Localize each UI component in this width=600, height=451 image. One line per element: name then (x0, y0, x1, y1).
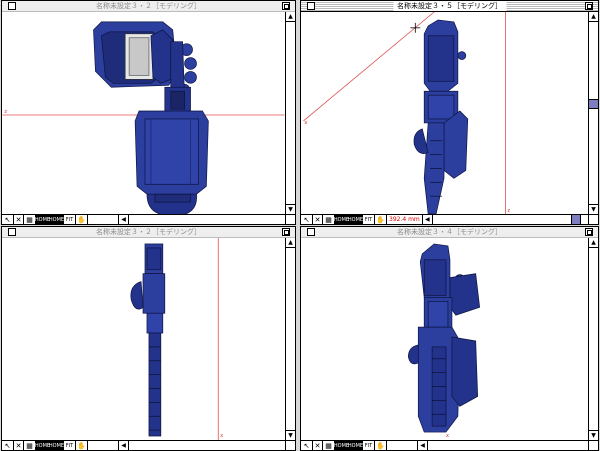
resize-handle[interactable] (285, 214, 295, 224)
window-title-bar[interactable]: 名称未設定３・４［モデリング］ (301, 227, 598, 238)
home-button[interactable]: HOME (334, 215, 349, 224)
scroll-up-arrow-icon[interactable]: ▲ (589, 12, 598, 22)
mech-model (413, 19, 469, 214)
home-button[interactable]: HOME (35, 215, 50, 224)
home-button[interactable]: HOME (334, 441, 349, 450)
coordinate-readout (88, 441, 119, 450)
3d-viewport[interactable]: x z (301, 12, 588, 214)
resize-handle[interactable] (588, 214, 598, 224)
guide-line-diagonal (303, 12, 435, 122)
fit-button[interactable]: FIT (363, 441, 375, 450)
axis-label-x: x (220, 433, 223, 439)
hand-tool-icon[interactable]: ✋ (76, 215, 88, 224)
scroll-down-arrow-icon[interactable]: ▼ (589, 430, 598, 440)
resize-handle[interactable] (285, 440, 295, 450)
view-toolbar: ↖ ✕ ▦ HOME HOME FIT ✋ 392.4 mm ◀ ▶ (301, 214, 598, 224)
hand-tool-icon[interactable]: ✋ (375, 215, 387, 224)
scroll-left-arrow-icon[interactable]: ◀ (418, 441, 428, 450)
viewport-window-top-left[interactable]: 名称未設定３・２［モデリング］ z ▲ ▼ ↖ ✕ ▦ HOME HOME FI… (1, 0, 296, 225)
window-title: 名称未設定３・５［モデリング］ (393, 1, 506, 11)
zoom-box[interactable] (282, 228, 290, 236)
viewport-window-bottom-left[interactable]: 名称未設定３・２［モデリング］ x ▲ ▼ ↖ ✕ ▦ HOME HOME FI… (1, 226, 296, 451)
model-view-perspective: x z (303, 12, 510, 214)
scroll-left-arrow-icon[interactable]: ◀ (119, 215, 129, 224)
home-button-2[interactable]: HOME (49, 215, 64, 224)
model-view-top: x (408, 243, 481, 439)
close-box[interactable] (307, 2, 315, 10)
coordinate-readout (88, 215, 119, 224)
cursor-tool-icon[interactable]: ↖ (2, 441, 14, 450)
hand-tool-icon[interactable]: ✋ (76, 441, 88, 450)
close-box[interactable] (8, 2, 16, 10)
scroll-down-arrow-icon[interactable]: ▼ (286, 204, 295, 214)
fit-button[interactable]: FIT (363, 215, 375, 224)
resize-handle[interactable] (588, 440, 598, 450)
horizontal-scroll-thumb[interactable] (571, 215, 582, 224)
close-box[interactable] (8, 228, 16, 236)
fit-button[interactable]: FIT (64, 215, 76, 224)
window-title: 名称未設定３・２［モデリング］ (92, 227, 205, 237)
fit-button[interactable]: FIT (64, 441, 76, 450)
vertical-scrollbar[interactable]: ▲ ▼ (588, 238, 598, 440)
coordinate-readout: 392.4 mm (387, 215, 423, 224)
home-button-2[interactable]: HOME (348, 441, 363, 450)
horizontal-scrollbar[interactable]: ◀ ▶ (423, 215, 598, 224)
window-title-bar[interactable]: 名称未設定３・５［モデリング］ (301, 1, 598, 12)
mech-model (93, 21, 209, 214)
close-view-icon[interactable]: ✕ (313, 441, 323, 450)
cursor-tool-icon[interactable]: ↖ (2, 215, 14, 224)
vertical-scroll-thumb[interactable] (589, 99, 598, 110)
mech-model (408, 243, 481, 433)
view-toolbar: ↖ ✕ ▦ HOME HOME FIT ✋ ◀ ▶ (301, 440, 598, 450)
close-view-icon[interactable]: ✕ (14, 215, 24, 224)
viewport-window-bottom-right[interactable]: 名称未設定３・４［モデリング］ x ▲ ▼ ↖ ✕ ▦ HOME HOME FI… (300, 226, 599, 451)
scroll-down-arrow-icon[interactable]: ▼ (589, 204, 598, 214)
view-toolbar: ↖ ✕ ▦ HOME HOME FIT ✋ ◀ ▶ (2, 440, 295, 450)
zoom-box[interactable] (282, 2, 290, 10)
scroll-up-arrow-icon[interactable]: ▲ (286, 12, 295, 22)
home-button[interactable]: HOME (35, 441, 50, 450)
scroll-left-arrow-icon[interactable]: ◀ (119, 441, 129, 450)
model-view-front: z (2, 21, 285, 214)
zoom-box[interactable] (585, 2, 593, 10)
scroll-left-arrow-icon[interactable]: ◀ (423, 215, 433, 224)
vertical-scrollbar[interactable]: ▲ ▼ (285, 12, 295, 214)
viewport-window-top-right[interactable]: 名称未設定３・５［モデリング］ x z ▲ ▼ ↖ ✕ ▦ HOME HOME … (300, 0, 599, 225)
coordinate-readout (387, 441, 418, 450)
cursor-tool-icon[interactable]: ↖ (301, 215, 313, 224)
home-button-2[interactable]: HOME (49, 441, 64, 450)
3d-viewport[interactable]: x (2, 238, 285, 440)
window-title-bar[interactable]: 名称未設定３・２［モデリング］ (2, 1, 295, 12)
axis-label-x: x (304, 120, 307, 126)
horizontal-scrollbar[interactable]: ◀ ▶ (418, 441, 598, 450)
3d-viewport[interactable]: x (301, 238, 588, 440)
close-view-icon[interactable]: ✕ (14, 441, 24, 450)
scroll-down-arrow-icon[interactable]: ▼ (286, 430, 295, 440)
window-title-bar[interactable]: 名称未設定３・２［モデリング］ (2, 227, 295, 238)
close-box[interactable] (307, 228, 315, 236)
zoom-box[interactable] (585, 228, 593, 236)
mech-model (130, 243, 166, 437)
axis-label-x: x (446, 433, 449, 439)
scroll-up-arrow-icon[interactable]: ▲ (286, 238, 295, 248)
window-title: 名称未設定３・４［モデリング］ (393, 227, 506, 237)
vertical-scrollbar[interactable]: ▲ ▼ (285, 238, 295, 440)
cursor-tool-icon[interactable]: ↖ (301, 441, 313, 450)
horizontal-scrollbar[interactable]: ◀ ▶ (119, 215, 295, 224)
view-toolbar: ↖ ✕ ▦ HOME HOME FIT ✋ ◀ ▶ (2, 214, 295, 224)
home-button-2[interactable]: HOME (348, 215, 363, 224)
vertical-scrollbar[interactable]: ▲ ▼ (588, 12, 598, 214)
close-view-icon[interactable]: ✕ (313, 215, 323, 224)
scroll-up-arrow-icon[interactable]: ▲ (589, 238, 598, 248)
model-view-side: x (130, 238, 223, 440)
hand-tool-icon[interactable]: ✋ (375, 441, 387, 450)
window-title: 名称未設定３・２［モデリング］ (92, 1, 205, 11)
3d-viewport[interactable]: z (2, 12, 285, 214)
axis-label: z (4, 109, 7, 115)
horizontal-scrollbar[interactable]: ◀ ▶ (119, 441, 295, 450)
